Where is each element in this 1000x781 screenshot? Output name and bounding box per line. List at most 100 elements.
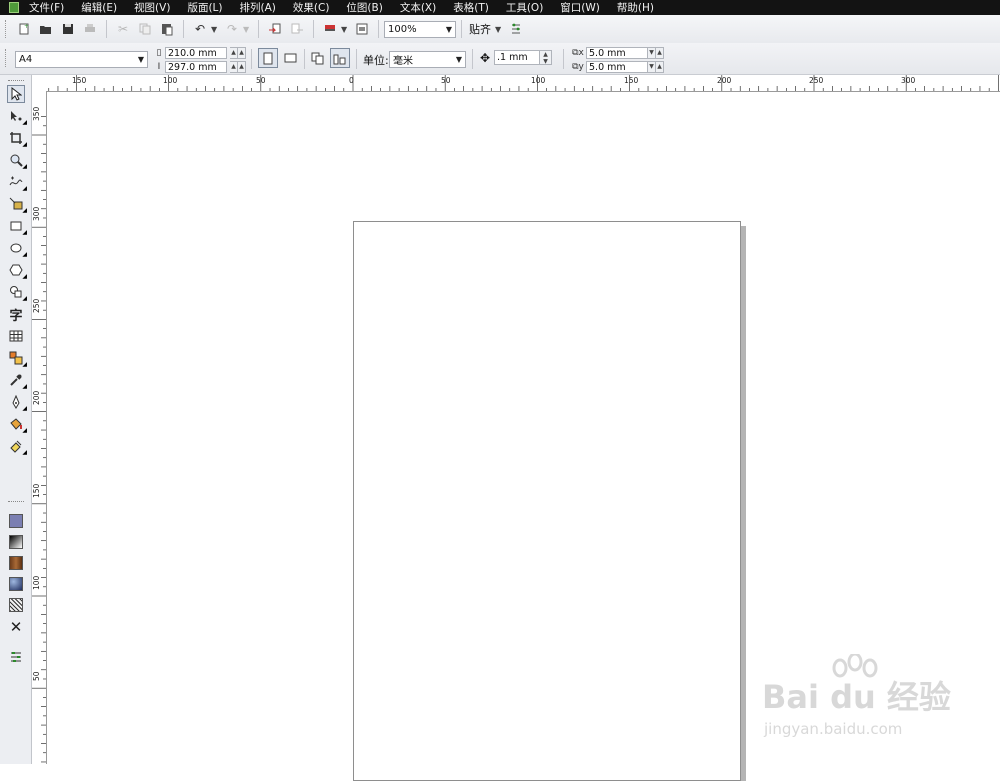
toolbar-grip[interactable] <box>5 49 9 67</box>
snap-dropdown-icon[interactable]: ▼ <box>495 25 503 34</box>
uniform-fill-swatch[interactable] <box>7 512 25 530</box>
portrait-button[interactable] <box>258 48 278 68</box>
ellipse-tool-icon[interactable]: ◢ <box>7 239 27 258</box>
interactive-fill-icon[interactable]: ◢ <box>7 437 27 456</box>
spinner-icon[interactable]: ▲ ▼ <box>540 50 552 65</box>
welcome-screen-icon[interactable] <box>352 19 372 39</box>
smart-fill-icon[interactable]: ◢ <box>7 195 27 214</box>
snap-to-button[interactable]: 贴齐 <box>469 21 491 37</box>
export-icon[interactable] <box>287 19 307 39</box>
ruler-label: 350 <box>32 106 41 121</box>
vertical-ruler[interactable]: 350 300 250 200 150 100 50 <box>32 91 47 764</box>
menu-help[interactable]: 帮助(H) <box>617 0 654 15</box>
menu-layout[interactable]: 版面(L) <box>187 0 222 15</box>
toolbox-grip[interactable] <box>8 501 24 502</box>
menu-edit[interactable]: 编辑(E) <box>81 0 117 15</box>
property-bar: A4 ▼ ▯ 210.0 mm ▲ ▲ I 297.0 mm ▲ ▲ 单位: 毫… <box>0 43 1000 75</box>
page-height-icon: I <box>157 61 161 72</box>
toolbox-grip[interactable] <box>8 80 24 81</box>
app-launcher-icon[interactable] <box>320 19 340 39</box>
blend-tool-icon[interactable]: ◢ <box>7 349 27 368</box>
polygon-tool-icon[interactable]: ◢ <box>7 261 27 280</box>
spinner-icon[interactable]: ▲ <box>238 46 246 59</box>
wood-swatch-icon <box>9 556 23 570</box>
menu-file[interactable]: 文件(F) <box>29 0 64 15</box>
page-width-icon: ▯ <box>156 47 162 58</box>
postscript-fill-swatch[interactable] <box>7 596 25 614</box>
new-icon[interactable]: + <box>14 19 34 39</box>
landscape-button[interactable] <box>280 48 300 68</box>
texture-fill-swatch[interactable] <box>7 575 25 593</box>
page-width-field[interactable]: ▯ 210.0 mm ▲ ▲ <box>153 46 246 59</box>
spinner-icon[interactable]: ▲ <box>238 60 246 73</box>
rectangle-tool-icon[interactable]: ◢ <box>7 217 27 236</box>
menu-window[interactable]: 窗口(W) <box>560 0 600 15</box>
open-icon[interactable] <box>36 19 56 39</box>
pick-tool-icon[interactable] <box>7 85 25 103</box>
spinner-icon[interactable]: ▲ <box>230 46 238 59</box>
toolbar-grip[interactable] <box>5 20 9 38</box>
menu-bitmaps[interactable]: 位图(B) <box>346 0 382 15</box>
menu-arrange[interactable]: 排列(A) <box>240 0 276 15</box>
page-height-field[interactable]: I 297.0 mm ▲ ▲ <box>153 60 246 73</box>
redo-dropdown-icon[interactable]: ▼ <box>243 25 251 34</box>
toolbar-separator <box>183 20 184 38</box>
ruler-label: 150 <box>32 483 41 498</box>
spinner-icon[interactable]: ▲ <box>656 60 664 73</box>
horizontal-ruler[interactable]: 150 100 50 0 50 100 150 200 250 300 <box>32 75 1000 92</box>
spinner-icon[interactable]: ▲ <box>230 60 238 73</box>
duplicate-distance-y-field[interactable]: ⧉y 5.0 mm ▼ ▲ <box>570 60 664 73</box>
menu-tools[interactable]: 工具(O) <box>506 0 543 15</box>
undo-icon[interactable]: ↶ <box>190 19 210 39</box>
save-icon[interactable] <box>58 19 78 39</box>
duplicate-y-value[interactable]: 5.0 mm <box>586 60 648 73</box>
units-select[interactable]: 毫米 ▼ <box>389 51 466 68</box>
gradient-swatch-icon <box>9 535 23 549</box>
menu-view[interactable]: 视图(V) <box>134 0 170 15</box>
spinner-icon[interactable]: ▲ <box>656 46 664 59</box>
print-icon[interactable] <box>80 19 100 39</box>
spinner-icon[interactable]: ▼ <box>648 60 656 73</box>
basic-shapes-icon[interactable]: ◢ <box>7 283 27 302</box>
paste-icon[interactable] <box>157 19 177 39</box>
fountain-fill-swatch[interactable] <box>7 533 25 551</box>
page-width-value[interactable]: 210.0 mm <box>165 46 227 59</box>
menu-table[interactable]: 表格(T) <box>453 0 489 15</box>
menu-effects[interactable]: 效果(C) <box>293 0 330 15</box>
page-height-value[interactable]: 297.0 mm <box>165 60 227 73</box>
ruler-label: 200 <box>32 390 41 405</box>
text-tool-icon[interactable]: 字 <box>7 305 25 324</box>
page-size-select[interactable]: A4 ▼ <box>15 51 148 68</box>
toolbar-separator <box>378 20 379 38</box>
color-docker-icon[interactable] <box>7 648 25 666</box>
table-tool-icon[interactable] <box>7 327 25 345</box>
pattern-swatch-icon <box>9 598 23 612</box>
spinner-icon[interactable]: ▼ <box>648 46 656 59</box>
menu-text[interactable]: 文本(X) <box>400 0 436 15</box>
all-pages-button[interactable] <box>308 48 328 68</box>
eyedropper-tool-icon[interactable]: ◢ <box>7 371 27 390</box>
outline-pen-icon[interactable]: ◢ <box>7 393 27 412</box>
redo-icon[interactable]: ↷ <box>222 19 242 39</box>
duplicate-x-value[interactable]: 5.0 mm <box>586 46 648 59</box>
copy-icon[interactable] <box>135 19 155 39</box>
freehand-tool-icon[interactable]: ◢ <box>7 173 27 192</box>
shape-tool-icon[interactable]: ◢ <box>7 107 27 126</box>
fill-tool-icon[interactable]: ◢ <box>7 415 27 434</box>
document-page[interactable] <box>353 221 741 781</box>
crop-tool-icon[interactable]: ◢ <box>7 129 27 148</box>
zoom-tool-icon[interactable]: ◢ <box>7 151 27 170</box>
duplicate-distance-x-field[interactable]: ⧉x 5.0 mm ▼ ▲ <box>570 46 664 59</box>
current-page-button[interactable] <box>330 48 350 68</box>
import-icon[interactable] <box>265 19 285 39</box>
watermark-url: jingyan.baidu.com <box>764 720 903 738</box>
app-launcher-dropdown-icon[interactable]: ▼ <box>341 25 349 34</box>
undo-dropdown-icon[interactable]: ▼ <box>211 25 219 34</box>
nudge-field[interactable]: .1 mm ▲ ▼ <box>494 50 552 65</box>
cut-icon[interactable]: ✂ <box>113 19 133 39</box>
options-icon[interactable] <box>506 19 526 39</box>
nudge-value[interactable]: .1 mm <box>494 50 540 65</box>
no-fill-icon[interactable]: ✕ <box>7 618 25 636</box>
pattern-fill-swatch[interactable] <box>7 554 25 572</box>
zoom-level-select[interactable]: 100% ▼ <box>384 20 456 38</box>
